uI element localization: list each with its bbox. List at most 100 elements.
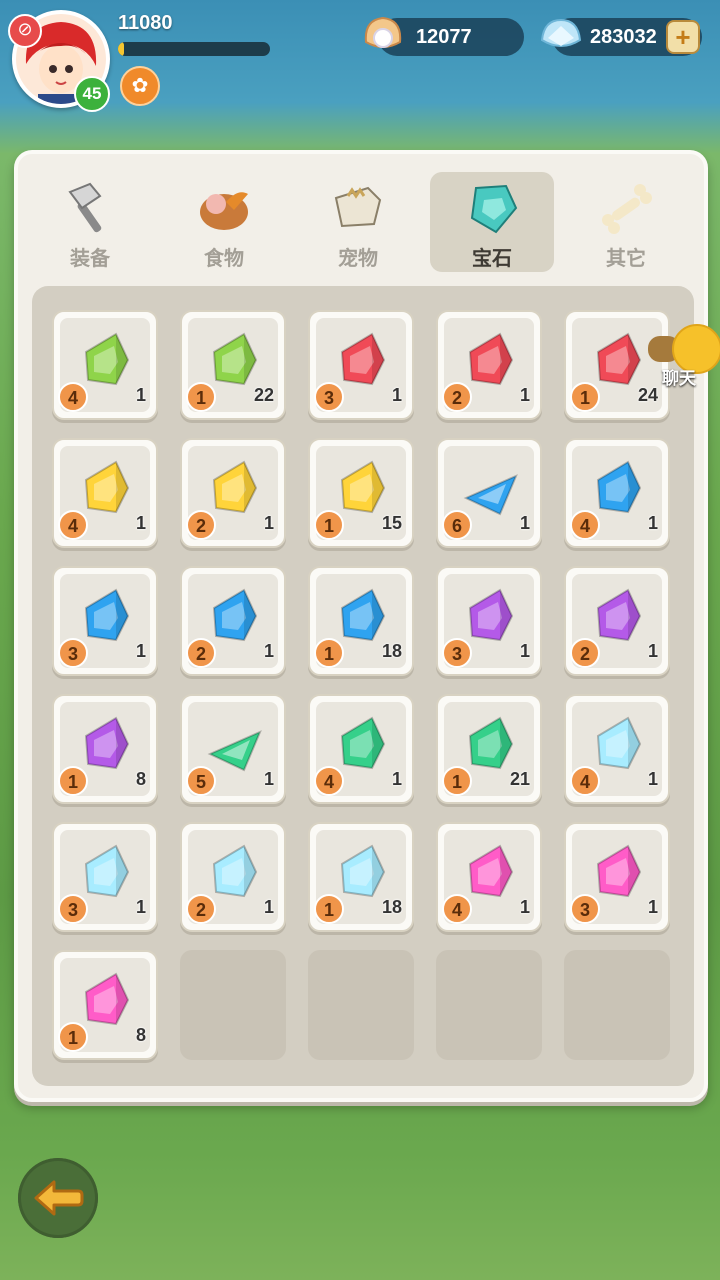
player-level-badge: 45 [74,76,110,112]
gem-icon [76,842,138,904]
gem-icon [76,714,138,776]
gem-icon [588,330,650,392]
gem-slot[interactable]: 1 18 [308,822,414,932]
back-arrow-icon [34,1180,84,1216]
gem-icon [204,330,266,392]
gem-grade-badge: 3 [570,894,600,924]
gem-count: 1 [647,897,658,917]
gem-grade-badge: 2 [442,382,472,412]
gem-slot[interactable]: 41 [308,694,414,804]
gem-slot[interactable]: 21 [180,822,286,932]
gem-grade-badge: 4 [570,766,600,796]
pearl-shell-icon [364,16,402,48]
gem-icon [76,458,138,520]
chat-button[interactable]: 聊天 [648,322,720,389]
tab-label: 装备 [70,246,110,270]
add-currency-button[interactable]: + [666,20,700,54]
tab-label: 其它 [606,246,646,270]
gem-grade-badge: 2 [570,638,600,668]
top-hud: ⊘ 45 11080 ✿ 12077 283032 + [0,0,720,120]
gem-icon [76,970,138,1032]
gem-slot[interactable]: 21 [180,566,286,676]
gem-icon [204,458,266,520]
gem-count: 8 [135,769,146,789]
gem-slot[interactable]: 21 [564,566,670,676]
gem-count: 1 [519,385,530,405]
back-button[interactable] [18,1158,98,1238]
diamond-shell-icon [540,18,582,47]
tab-3[interactable]: 宝石 [430,172,554,272]
exp-progress-bar [118,42,270,56]
item-grid-area: 4 1 1 22 3 1 2 1 1 24 4 1 2 1 1 15 6 1 4 1 3 1 2 1 1 18 3 1 2 1 1 8 5 1 4 1… [32,286,694,1086]
gem-icon [588,842,650,904]
gem-count: 283032 [590,26,657,48]
gem-slot[interactable]: 41 [52,438,158,548]
empty-slot [180,950,286,1060]
notification-icon[interactable]: ⊘ [8,14,42,48]
gem-grade-badge: 3 [314,382,344,412]
tab-label: 宝石 [472,246,512,270]
gem-slot[interactable]: 31 [52,822,158,932]
gem-grade-badge: 1 [314,638,344,668]
gem-slot[interactable]: 31 [436,566,542,676]
gem-grade-badge: 3 [442,638,472,668]
tab-label: 宠物 [338,246,378,270]
gem-slot[interactable]: 1 18 [308,566,414,676]
gem-slot[interactable]: 41 [564,694,670,804]
gem-count: 15 [381,513,402,533]
tab-0[interactable]: 装备 [28,172,152,272]
inventory-tabs: 装备 食物 宠物 宝石 其它 [28,168,698,276]
gem-count: 1 [135,513,146,533]
gem-grade-badge: 1 [58,766,88,796]
gem-slot[interactable]: 41 [564,438,670,548]
tab-2[interactable]: 宠物 [296,172,420,272]
gem-count: 1 [519,897,530,917]
gem-icon [588,714,650,776]
tab-label: 食物 [204,246,244,270]
pet-skull-icon [328,178,388,238]
gem-count: 8 [135,1025,146,1045]
gem-slot[interactable]: 1 15 [308,438,414,548]
gem-slot[interactable]: 31 [308,310,414,420]
gem-slot[interactable]: 61 [436,438,542,548]
inventory-panel: 装备 食物 宠物 宝石 其它 4 1 1 22 3 1 2 1 1 24 4 1 2 1 1 15 6 1 4 1 3 1 2 1 1 1… [14,150,708,1102]
gem-count: 18 [381,641,402,661]
tab-4[interactable]: 其它 [564,172,688,272]
gem-icon [460,586,522,648]
gem-count: 21 [509,769,530,789]
gem-grade-badge: 3 [58,638,88,668]
gem-grade-badge: 3 [58,894,88,924]
buff-icon[interactable]: ✿ [120,66,160,106]
gem-slot[interactable]: 41 [52,310,158,420]
gem-icon [460,458,522,520]
gem-slot[interactable]: 31 [52,566,158,676]
gem-count: 18 [381,897,402,917]
gem-slot[interactable]: 21 [436,310,542,420]
gem-icon [460,842,522,904]
gem-slot[interactable]: 18 [52,694,158,804]
gem-slot[interactable]: 1 22 [180,310,286,420]
gem-grade-badge: 5 [186,766,216,796]
gem-slot[interactable]: 51 [180,694,286,804]
gem-icon [462,178,522,238]
gem-slot[interactable]: 41 [436,822,542,932]
gem-icon [332,842,394,904]
gem-grade-badge: 4 [570,510,600,540]
gem-slot[interactable]: 31 [564,822,670,932]
gem-slot[interactable]: 21 [180,438,286,548]
gem-icon [204,842,266,904]
gem-icon [332,458,394,520]
gem-count: 1 [391,385,402,405]
gem-icon [76,586,138,648]
chat-label: 聊天 [662,369,696,389]
gem-icon [460,714,522,776]
gem-count: 22 [253,385,274,405]
gem-icon [332,714,394,776]
tab-1[interactable]: 食物 [162,172,286,272]
gem-grade-badge: 1 [314,510,344,540]
gem-slot[interactable]: 18 [52,950,158,1060]
gem-grade-badge: 1 [58,1022,88,1052]
gem-slot[interactable]: 1 21 [436,694,542,804]
empty-slot [308,950,414,1060]
gem-count: 1 [135,385,146,405]
